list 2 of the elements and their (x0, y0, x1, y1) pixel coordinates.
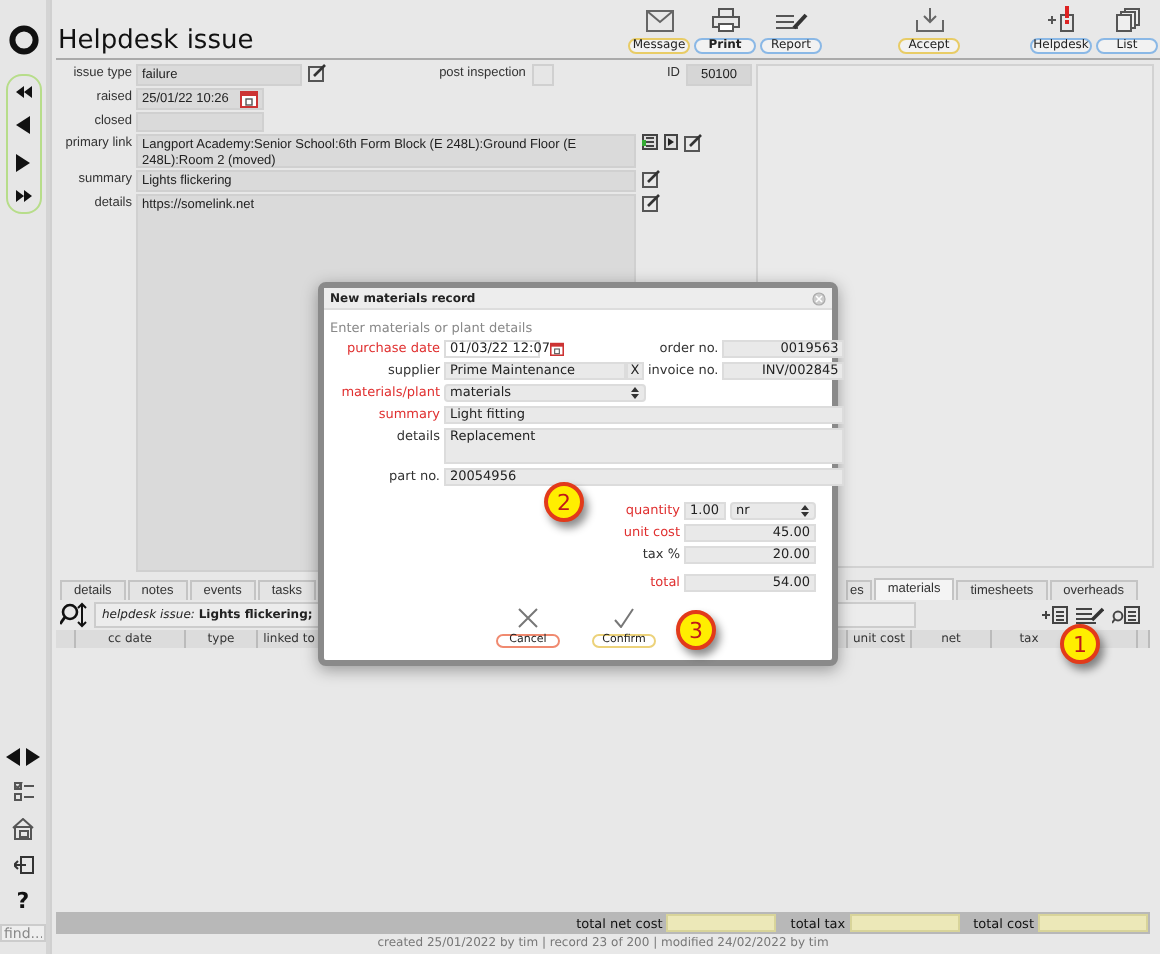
page-title: Helpdesk issue (58, 26, 254, 56)
step-callout: 1 (1060, 624, 1100, 664)
